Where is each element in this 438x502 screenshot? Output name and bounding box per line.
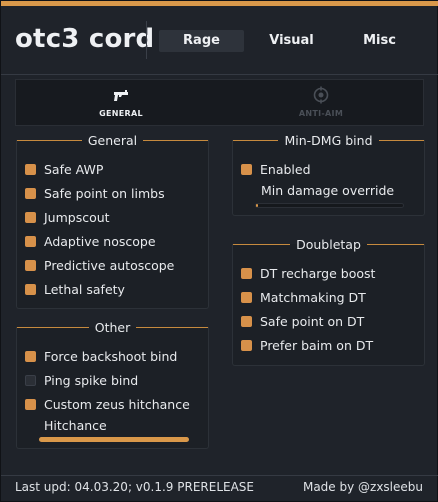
option-dt-recharge-boost[interactable]: DT recharge boost bbox=[241, 264, 375, 282]
group-min-dmg-bind: Min-DMG bind Enabled Min damage override bbox=[232, 133, 425, 216]
option-safe-point-on-dt[interactable]: Safe point on DT bbox=[241, 312, 364, 330]
option-matchmaking-dt[interactable]: Matchmaking DT bbox=[241, 288, 366, 306]
hitchance-label: Hitchance bbox=[44, 418, 107, 433]
hitchance-slider-fill bbox=[39, 437, 189, 442]
subtab-general[interactable]: GENERAL bbox=[31, 80, 211, 125]
checkbox[interactable] bbox=[241, 163, 252, 175]
subtab-anti-aim[interactable]: ANTI-AIM bbox=[231, 80, 411, 125]
option-custom-zeus-hitchance[interactable]: Custom zeus hitchance bbox=[25, 395, 190, 413]
checkbox[interactable] bbox=[241, 339, 252, 351]
min-damage-override-slider[interactable] bbox=[255, 203, 404, 208]
min-damage-override-fill bbox=[256, 204, 258, 207]
header-divider bbox=[1, 74, 438, 75]
tab-misc[interactable]: Misc bbox=[337, 30, 422, 52]
checkbox[interactable] bbox=[25, 374, 36, 386]
group-min-dmg-title: Min-DMG bind bbox=[233, 132, 424, 148]
subtab-bar: GENERAL ANTI-AIM bbox=[15, 79, 424, 126]
crosshair-icon bbox=[313, 86, 329, 104]
checkbox[interactable] bbox=[25, 187, 36, 199]
checkbox[interactable] bbox=[25, 259, 36, 271]
tab-rage[interactable]: Rage bbox=[159, 30, 244, 52]
option-safe-awp[interactable]: Safe AWP bbox=[25, 160, 103, 178]
min-damage-override-label: Min damage override bbox=[261, 183, 395, 198]
option-jumpscout[interactable]: Jumpscout bbox=[25, 208, 110, 226]
checkbox[interactable] bbox=[241, 315, 252, 327]
group-doubletap-title: Doubletap bbox=[233, 236, 425, 252]
checkbox[interactable] bbox=[241, 267, 252, 279]
option-adaptive-noscope[interactable]: Adaptive noscope bbox=[25, 232, 156, 250]
subtab-general-label: GENERAL bbox=[99, 109, 143, 118]
cheat-menu-window: otc3 cord Rage Visual Misc GENERAL ANTI-… bbox=[0, 0, 438, 502]
group-general: General Safe AWP Safe point on limbs Jum… bbox=[16, 133, 209, 309]
checkbox[interactable] bbox=[25, 350, 36, 362]
checkbox[interactable] bbox=[25, 163, 36, 175]
subtab-anti-aim-label: ANTI-AIM bbox=[298, 109, 344, 118]
footer-version: Last upd: 04.03.20; v0.1.9 PRERELEASE bbox=[15, 480, 255, 494]
accent-bar bbox=[1, 1, 438, 6]
footer-divider bbox=[1, 475, 438, 476]
option-ping-spike-bind[interactable]: Ping spike bind bbox=[25, 371, 138, 389]
group-other-title: Other bbox=[17, 319, 208, 335]
option-predictive-autoscope[interactable]: Predictive autoscope bbox=[25, 256, 174, 274]
footer-author: Made by @zxsleebu bbox=[302, 480, 423, 494]
group-other: Other Force backshoot bind Ping spike bi… bbox=[16, 320, 209, 449]
group-general-title: General bbox=[17, 132, 209, 148]
option-prefer-baim-on-dt[interactable]: Prefer baim on DT bbox=[241, 336, 373, 354]
option-safe-point-limbs[interactable]: Safe point on limbs bbox=[25, 184, 165, 202]
option-min-dmg-enabled[interactable]: Enabled bbox=[241, 160, 311, 178]
checkbox[interactable] bbox=[241, 291, 252, 303]
app-title: otc3 cord bbox=[15, 24, 155, 54]
checkbox[interactable] bbox=[25, 283, 36, 295]
tab-visual[interactable]: Visual bbox=[249, 30, 334, 52]
checkbox[interactable] bbox=[25, 211, 36, 223]
option-force-backshoot-bind[interactable]: Force backshoot bind bbox=[25, 347, 177, 365]
checkbox[interactable] bbox=[25, 398, 36, 410]
hitchance-slider[interactable] bbox=[39, 437, 189, 442]
title-divider bbox=[146, 21, 147, 59]
gun-icon bbox=[114, 90, 128, 101]
checkbox[interactable] bbox=[25, 235, 36, 247]
option-lethal-safety[interactable]: Lethal safety bbox=[25, 280, 125, 298]
group-doubletap: Doubletap DT recharge boost Matchmaking … bbox=[232, 237, 425, 366]
